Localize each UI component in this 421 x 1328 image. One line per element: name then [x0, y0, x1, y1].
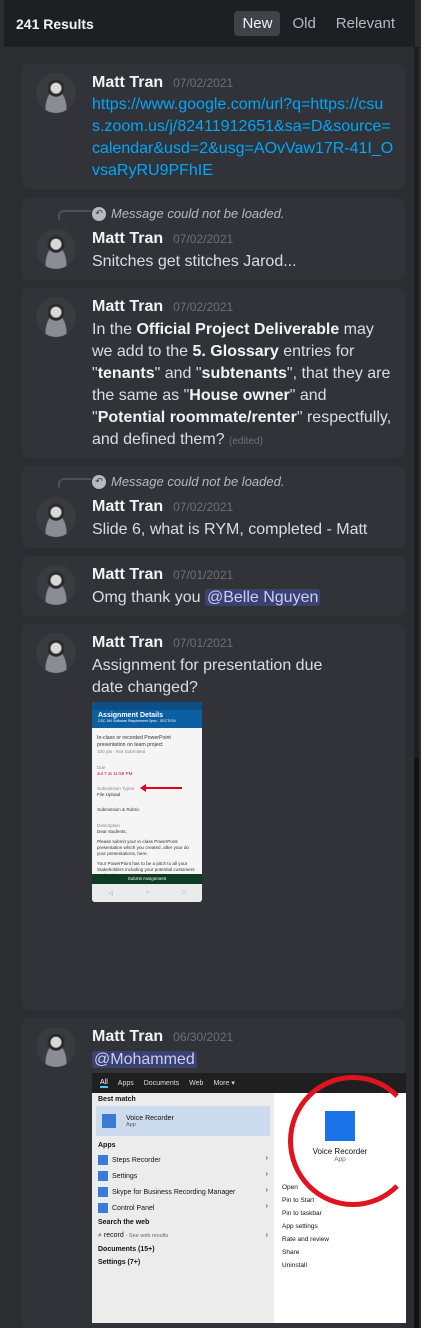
author-name[interactable]: Matt Tran — [92, 498, 163, 516]
user-mention[interactable]: @Mohammed — [92, 1051, 197, 1068]
search-result[interactable]: Matt Tran 07/02/2021 https://www.google.c… — [22, 64, 405, 189]
attachment-image[interactable]: Assignment Details CSC 190 Software Requi… — [92, 702, 202, 902]
phone-submit-button: Submit Assignment — [92, 874, 202, 884]
timestamp: 07/02/2021 — [173, 76, 234, 90]
message-text: Assignment for presentation due date cha… — [92, 657, 323, 696]
reply-connector — [58, 478, 91, 488]
scrollbar-thumb[interactable] — [414, 758, 419, 1328]
author-name[interactable]: Matt Tran — [92, 634, 163, 652]
results-header: 241 Results New Old Relevant — [4, 0, 415, 47]
search-result[interactable]: Matt Tran 07/01/2021 Omg thank you @Belle… — [22, 556, 405, 616]
user-mention[interactable]: @Belle Nguyen — [204, 589, 321, 606]
avatar[interactable] — [36, 229, 76, 269]
reply-icon: ↶ — [92, 206, 106, 221]
edited-tag: (edited) — [229, 436, 263, 447]
phone-nav-bar: ◁ ○ □ — [92, 884, 202, 902]
sort-new-tab[interactable]: New — [234, 11, 281, 36]
search-result[interactable]: Matt Tran 06/30/2021 @Mohammed All Apps Doc… — [22, 1018, 406, 1328]
message-text: In the Official Project Deliverable may … — [92, 321, 392, 448]
reply-reference: ↶ Message could not be loaded. — [92, 206, 284, 221]
message-text: Omg thank you @Belle Nguyen — [92, 589, 321, 606]
red-circle-annotation — [288, 1075, 406, 1207]
phone-app-bar: Assignment Details CSC 190 Software Requi… — [92, 710, 202, 728]
author-name[interactable]: Matt Tran — [92, 566, 163, 584]
timestamp: 07/02/2021 — [173, 500, 234, 514]
timestamp: 06/30/2021 — [173, 1030, 234, 1044]
message-text: Snitches get stitches Jarod... — [92, 253, 297, 270]
avatar[interactable] — [36, 73, 76, 113]
sort-tabs: New Old Relevant — [234, 11, 403, 36]
results-count: 241 Results — [16, 15, 94, 32]
avatar[interactable] — [36, 1027, 76, 1067]
red-arrow — [140, 784, 182, 792]
author-name[interactable]: Matt Tran — [92, 74, 163, 92]
sort-old-tab[interactable]: Old — [284, 11, 323, 36]
win-results-list: Best match Voice Recorder App Apps Steps … — [92, 1093, 274, 1323]
phone-status-bar — [92, 702, 202, 710]
search-result[interactable]: ↶ Message could not be loaded. Matt Tran 0… — [22, 466, 405, 548]
message-text: @Mohammed — [92, 1049, 395, 1071]
search-result[interactable]: Matt Tran 07/02/2021 In the Official Proj… — [22, 288, 405, 458]
reply-icon: ↶ — [92, 474, 106, 489]
microphone-icon — [102, 1114, 116, 1128]
avatar[interactable] — [36, 297, 76, 337]
phone-content: In-class or recorded PowerPoint presenta… — [97, 735, 195, 888]
timestamp: 07/02/2021 — [173, 232, 234, 246]
sort-relevant-tab[interactable]: Relevant — [328, 11, 403, 36]
message-link[interactable]: https://www.google.com/url?q=https://csu… — [92, 94, 395, 182]
avatar[interactable] — [36, 633, 76, 673]
search-results-panel: 241 Results New Old Relevant Matt Tran 07… — [0, 0, 421, 1328]
reply-text: Message could not be loaded. — [111, 206, 285, 221]
avatar[interactable] — [36, 565, 76, 605]
author-name[interactable]: Matt Tran — [92, 230, 163, 248]
reply-reference: ↶ Message could not be loaded. — [92, 474, 284, 489]
search-result[interactable]: Matt Tran 07/01/2021 Assignment for prese… — [22, 624, 405, 1010]
timestamp: 07/02/2021 — [173, 300, 234, 314]
search-result[interactable]: ↶ Message could not be loaded. Matt Tran 0… — [22, 198, 405, 280]
avatar[interactable] — [36, 497, 76, 537]
timestamp: 07/01/2021 — [173, 568, 234, 582]
reply-text: Message could not be loaded. — [111, 474, 285, 489]
timestamp: 07/01/2021 — [173, 636, 234, 650]
reply-connector — [58, 210, 91, 220]
attachment-image[interactable]: All Apps Documents Web More ▾ Best match Voi… — [92, 1073, 406, 1323]
author-name[interactable]: Matt Tran — [92, 298, 163, 316]
author-name[interactable]: Matt Tran — [92, 1028, 163, 1046]
message-text: Slide 6, what is RYM, completed - Matt — [92, 521, 368, 538]
